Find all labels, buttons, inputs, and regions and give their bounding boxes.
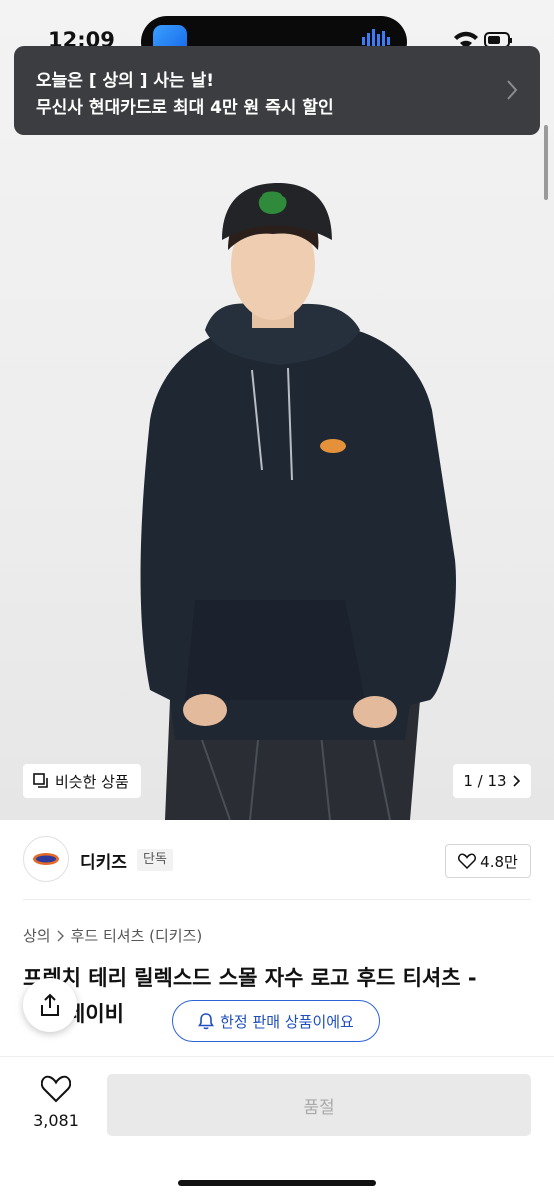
chevron-right-icon (57, 930, 64, 941)
similar-products-label: 비슷한 상품 (55, 772, 129, 791)
chevron-right-icon (513, 775, 520, 787)
limited-sale-notice: 한정 판매 상품이에요 (172, 1000, 380, 1042)
dickies-logo-icon (33, 853, 59, 865)
brand-like-count: 4.8만 (480, 852, 518, 871)
share-icon (41, 993, 59, 1016)
similar-products-button[interactable]: 비슷한 상품 (23, 764, 141, 798)
brand-like-button[interactable]: 4.8만 (445, 844, 531, 878)
promo-notification-banner[interactable]: 오늘은 [ 상의 ] 사는 날! 무신사 현대카드로 최대 4만 원 즉시 할인 (14, 46, 540, 135)
divider (23, 899, 531, 900)
bell-icon (198, 1013, 215, 1030)
pager-text: 1 / 13 (463, 772, 507, 790)
heart-icon (458, 853, 477, 869)
brand-name[interactable]: 디키즈 (80, 848, 127, 873)
exclusive-badge: 단독 (137, 849, 173, 871)
breadcrumb: 상의 후드 티셔츠 (디키즈) (23, 925, 202, 946)
chevron-right-icon (507, 80, 518, 100)
share-button[interactable] (23, 978, 77, 1032)
limited-sale-label: 한정 판매 상품이에요 (220, 1012, 354, 1031)
breadcrumb-subcategory[interactable]: 후드 티셔츠 (디키즈) (71, 925, 203, 946)
home-indicator[interactable] (178, 1180, 376, 1186)
wishlist-count: 3,081 (33, 1111, 79, 1130)
wishlist-button[interactable]: 3,081 (25, 1075, 87, 1130)
banner-subtitle: 무신사 현대카드로 최대 4만 원 즉시 할인 (36, 98, 334, 118)
brand-row: 디키즈 단독 4.8만 (0, 820, 554, 900)
heart-icon (40, 1075, 72, 1103)
sold-out-button[interactable]: 품절 (107, 1074, 531, 1136)
breadcrumb-category[interactable]: 상의 (23, 925, 51, 946)
brand-logo[interactable] (23, 836, 69, 882)
wifi-icon (454, 31, 478, 40)
image-pager[interactable]: 1 / 13 (453, 764, 531, 798)
scroll-indicator (544, 125, 548, 200)
product-title-line1: 프렌치 테리 릴렉스드 스몰 자수 로고 후드 티셔츠 - (23, 966, 477, 990)
similar-icon (33, 773, 48, 788)
banner-title: 오늘은 [ 상의 ] 사는 날! (36, 71, 215, 91)
